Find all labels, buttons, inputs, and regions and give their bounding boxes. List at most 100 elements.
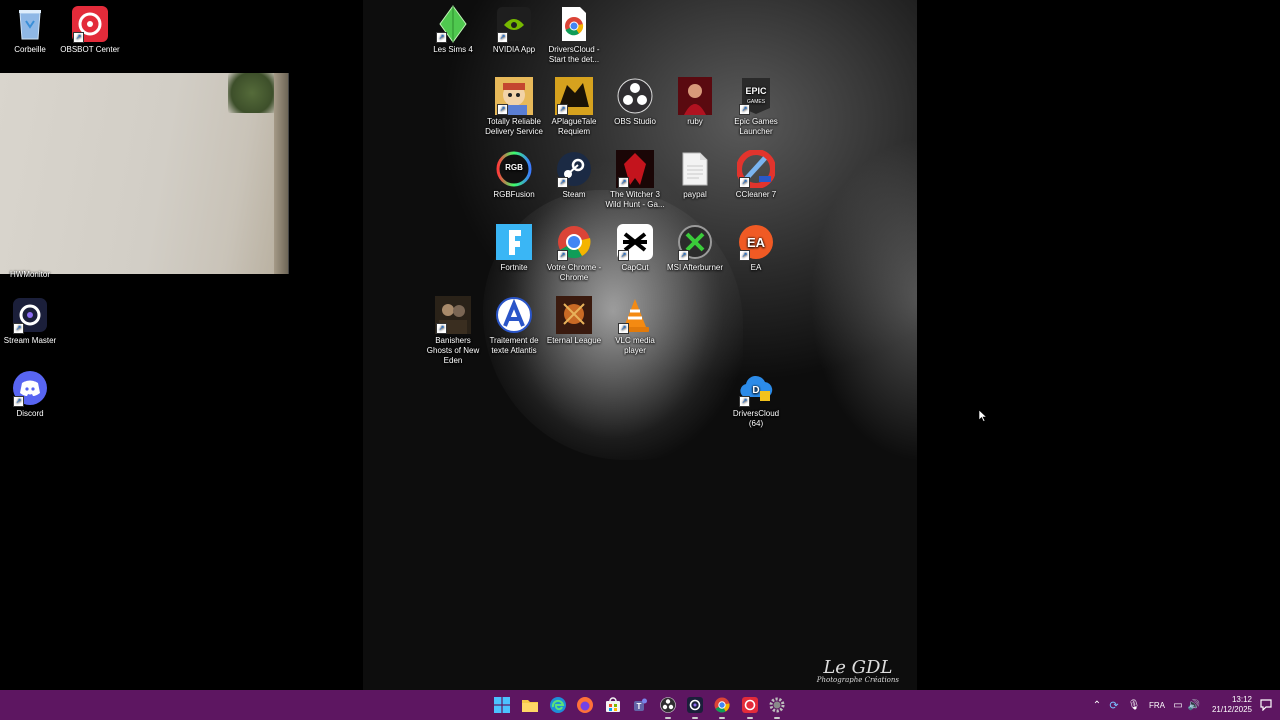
desktop-icon-rgbfusion[interactable]: RGB RGBFusion xyxy=(484,150,544,200)
desktop-icon-label: DriversCloud (64) xyxy=(732,409,780,428)
desktop-icon-sims4[interactable]: ↗ Les Sims 4 xyxy=(423,5,483,55)
taskbar-edge[interactable] xyxy=(548,695,568,715)
desktop-icon-epic-games[interactable]: EPIC GAMES ↗ Epic Games Launcher xyxy=(726,77,786,137)
ea-icon: EA ↗ xyxy=(737,223,775,261)
notification-icon xyxy=(1260,699,1272,711)
desktop-icon-nvidia-app[interactable]: ↗ NVIDIA App xyxy=(484,5,544,55)
desktop-icon-driverscloud-start[interactable]: DriversCloud - Start the det... xyxy=(544,5,604,65)
desktop-icon-label: paypal xyxy=(683,190,707,199)
capcut-icon: ↗ xyxy=(616,223,654,261)
desktop-icon-label: VLC media player xyxy=(615,336,655,355)
desktop-icon-label: OBS Studio xyxy=(614,117,656,126)
clock-date: 21/12/2025 xyxy=(1211,705,1252,714)
svg-text:RGB: RGB xyxy=(505,163,523,172)
chevron-up-icon[interactable]: ⌃ xyxy=(1090,700,1104,711)
obsbot-icon xyxy=(742,697,758,713)
desktop-icon-banishers[interactable]: ↗ Banishers Ghosts of New Eden xyxy=(423,296,483,366)
folder-icon xyxy=(522,700,538,712)
totally-reliable-icon: ↗ xyxy=(495,77,533,115)
desktop-icon-label: RGBFusion xyxy=(493,190,535,199)
shortcut-arrow-icon: ↗ xyxy=(557,177,568,188)
desktop-icon-label: Stream Master xyxy=(3,336,57,345)
taskbar-settings[interactable] xyxy=(767,695,787,719)
desktop-icon-capcut[interactable]: ↗ CapCut xyxy=(605,223,665,273)
desktop-icon-label: Corbeille xyxy=(14,45,46,54)
notification-center-button[interactable] xyxy=(1256,695,1276,715)
desktop-icon-stream-master[interactable]: ↗ Stream Master xyxy=(0,296,60,346)
volume-icon[interactable]: 🔊 xyxy=(1186,700,1202,711)
plague-tale-icon: ↗ xyxy=(555,77,593,115)
taskbar-firefox[interactable] xyxy=(575,695,595,715)
svg-text:EPIC: EPIC xyxy=(745,86,767,96)
obs-icon xyxy=(660,697,676,713)
desktop-icon-paypal[interactable]: paypal xyxy=(665,150,725,200)
recycle-bin-icon xyxy=(11,5,49,43)
webcam-preview xyxy=(0,73,289,274)
desktop-icon-plague-tale[interactable]: ↗ APlagueTale Requiem xyxy=(544,77,604,137)
store-bag-icon xyxy=(606,697,620,712)
teams-icon: T xyxy=(634,698,647,711)
stream-master-icon xyxy=(687,697,703,713)
desktop-icon-eternal-league[interactable]: Eternal League xyxy=(544,296,604,346)
desktop-icon-totally-reliable[interactable]: ↗ Totally Reliable Delivery Service xyxy=(484,77,544,137)
taskbar: T ⌃ ⟳ 🎙 FRA ▭ 🔊 13:12 21/12/2025 xyxy=(0,690,1280,720)
eternal-league-icon xyxy=(555,296,593,334)
desktop-icon-chrome[interactable]: ↗ Votre Chrome - Chrome xyxy=(544,223,604,283)
shortcut-arrow-icon: ↗ xyxy=(739,104,750,115)
desktop-icon-label: NVIDIA App xyxy=(492,45,536,54)
desktop-icon-recycle-bin[interactable]: Corbeille xyxy=(0,5,60,55)
desktop-icon-label: Traitement de texte Atlantis xyxy=(489,336,539,355)
desktop-icon-fortnite[interactable]: Fortnite xyxy=(484,223,544,273)
desktop-icon-discord[interactable]: ↗ Discord xyxy=(0,369,60,419)
desktop-icon-atlantis[interactable]: Traitement de texte Atlantis xyxy=(484,296,544,356)
steam-icon: ↗ xyxy=(555,150,593,188)
desktop-icon-vlc[interactable]: ↗ VLC media player xyxy=(605,296,665,356)
desktop-icon-steam[interactable]: ↗ Steam xyxy=(544,150,604,200)
stream-master-icon: ↗ xyxy=(11,296,49,334)
taskbar-obs-studio[interactable] xyxy=(658,695,678,719)
text-document-icon xyxy=(676,150,714,188)
desktop-icon-driverscloud-64[interactable]: D ↗ DriversCloud (64) xyxy=(726,369,786,429)
microphone-icon[interactable]: 🎙 xyxy=(1124,700,1144,711)
desktop-icon-witcher3[interactable]: ↗ The Witcher 3 Wild Hunt - Ga... xyxy=(605,150,665,210)
desktop-icon-msi-afterburner[interactable]: ↗ MSI Afterburner xyxy=(665,223,725,273)
start-button[interactable] xyxy=(492,695,512,715)
gear-icon xyxy=(769,697,785,713)
desktop-icon-ea[interactable]: EA ↗ EA xyxy=(726,223,786,273)
chrome-document-icon xyxy=(555,5,593,43)
shortcut-arrow-icon: ↗ xyxy=(73,32,84,43)
atlantis-icon xyxy=(495,296,533,334)
taskbar-stream-master[interactable] xyxy=(685,695,705,719)
svg-text:D: D xyxy=(752,385,759,396)
witcher-icon: ↗ xyxy=(616,150,654,188)
language-indicator[interactable]: FRA xyxy=(1144,701,1170,710)
desktop-icon-obsbot-center[interactable]: ↗ OBSBOT Center xyxy=(60,5,120,55)
ccleaner-icon: ↗ xyxy=(737,150,775,188)
desktop-icon-label: HWMonitor xyxy=(9,270,50,279)
network-icon[interactable]: ▭ xyxy=(1170,700,1186,711)
desktop-icon-hwmonitor[interactable]: HWMonitor xyxy=(0,270,60,280)
desktop-icon-label: Votre Chrome - Chrome xyxy=(546,263,602,282)
desktop-icon-label: Banishers Ghosts of New Eden xyxy=(426,336,480,365)
taskbar-file-explorer[interactable] xyxy=(520,695,540,715)
discord-icon: ↗ xyxy=(11,369,49,407)
clock[interactable]: 13:12 21/12/2025 xyxy=(1212,695,1252,715)
desktop-icon-label: Eternal League xyxy=(546,336,602,345)
msi-afterburner-icon: ↗ xyxy=(676,223,714,261)
sync-icon[interactable]: ⟳ xyxy=(1104,699,1124,712)
desktop-icon-label: Steam xyxy=(562,190,586,199)
taskbar-store[interactable] xyxy=(603,695,623,715)
desktop-icon-obs-studio[interactable]: OBS Studio xyxy=(605,77,665,127)
system-tray: ⌃ ⟳ 🎙 FRA ▭ 🔊 xyxy=(1090,690,1202,720)
shortcut-arrow-icon: ↗ xyxy=(557,104,568,115)
taskbar-teams[interactable]: T xyxy=(630,695,650,715)
desktop-icon-ccleaner[interactable]: ↗ CCleaner 7 xyxy=(726,150,786,200)
taskbar-chrome[interactable] xyxy=(712,695,732,719)
shortcut-arrow-icon: ↗ xyxy=(739,396,750,407)
banishers-icon: ↗ xyxy=(434,296,472,334)
taskbar-obsbot-center[interactable] xyxy=(740,695,760,719)
driverscloud-icon: D ↗ xyxy=(737,369,775,407)
desktop-icon-ruby[interactable]: ruby xyxy=(665,77,725,127)
nvidia-icon: ↗ xyxy=(495,5,533,43)
edge-icon xyxy=(550,697,566,713)
